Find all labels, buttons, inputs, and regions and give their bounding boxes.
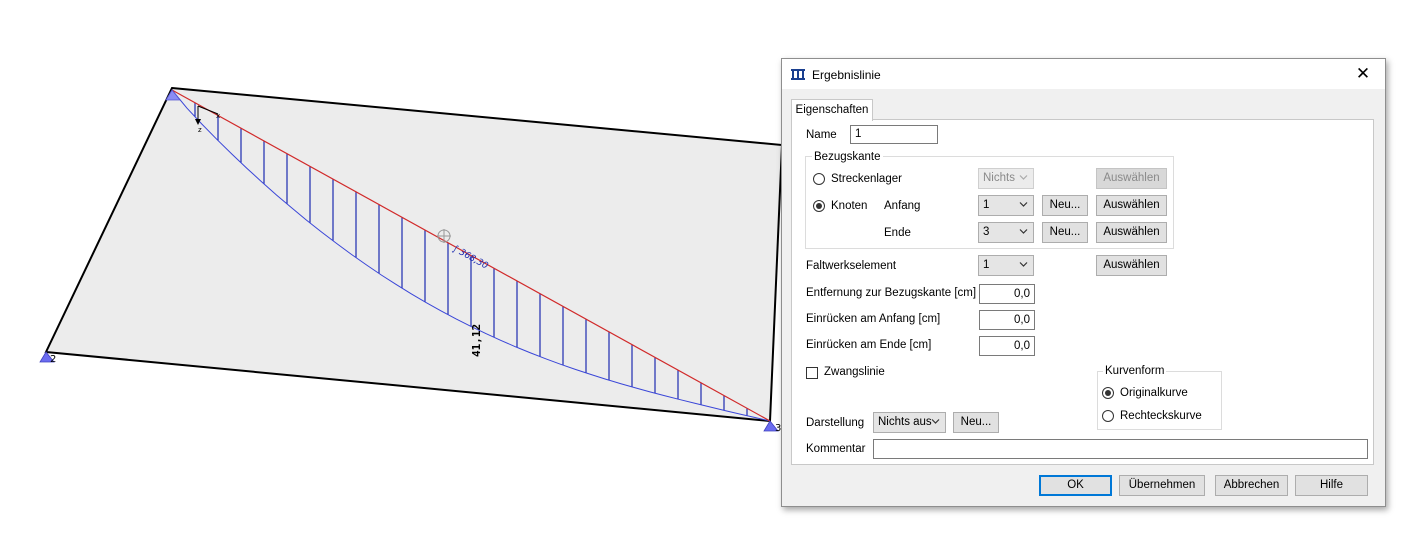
originalkurve-label: Originalkurve <box>1120 387 1188 399</box>
tab-panel-eigenschaften: Name Bezugskante Streckenlager Nichts Au… <box>791 119 1374 465</box>
faltwerkselement-select[interactable]: 1 <box>978 255 1034 276</box>
ende-label: Ende <box>884 227 911 239</box>
close-button[interactable]: ✕ <box>1341 59 1385 89</box>
zwangslinie-label: Zwangslinie <box>824 366 885 378</box>
chevron-down-icon <box>931 419 940 424</box>
knoten-label: Knoten <box>831 200 868 212</box>
entfernung-label: Entfernung zur Bezugskante [cm] <box>806 287 977 299</box>
zwangslinie-checkbox[interactable] <box>806 367 818 379</box>
svg-text:z: z <box>198 126 202 134</box>
originalkurve-radio[interactable] <box>1102 387 1114 399</box>
dialog-titlebar[interactable]: Ergebnislinie ✕ <box>782 59 1385 89</box>
node-2-label: 2 <box>50 354 56 365</box>
streckenlager-radio[interactable] <box>813 173 825 185</box>
entfernung-input[interactable] <box>979 284 1035 304</box>
streckenlager-select: Nichts <box>978 168 1034 189</box>
name-label: Name <box>806 129 837 141</box>
knoten-radio[interactable] <box>813 200 825 212</box>
close-icon: ✕ <box>1355 64 1371 83</box>
ende-neu-button[interactable]: Neu... <box>1042 222 1088 243</box>
anfang-select[interactable]: 1 <box>978 195 1034 216</box>
svg-text:x: x <box>216 112 220 120</box>
ende-select-value: 3 <box>983 226 990 238</box>
darstellung-neu-button[interactable]: Neu... <box>953 412 999 433</box>
chevron-down-icon <box>1019 175 1028 180</box>
streckenlager-label: Streckenlager <box>831 173 902 185</box>
tab-eigenschaften[interactable]: Eigenschaften <box>791 99 873 121</box>
kurvenform-title: Kurvenform <box>1103 365 1167 378</box>
dialog-title: Ergebnislinie <box>812 68 881 82</box>
anfang-neu-button[interactable]: Neu... <box>1042 195 1088 216</box>
apply-button[interactable]: Übernehmen <box>1119 475 1205 496</box>
result-line-app-icon <box>791 69 805 80</box>
ok-button[interactable]: OK <box>1039 475 1112 496</box>
cancel-button[interactable]: Abbrechen <box>1215 475 1288 496</box>
faltwerkselement-auswaehlen-button[interactable]: Auswählen <box>1096 255 1167 276</box>
rechteckskurve-label: Rechteckskurve <box>1120 410 1202 422</box>
darstellung-label: Darstellung <box>806 417 865 429</box>
chevron-down-icon <box>1019 229 1028 234</box>
einruecken-ende-label: Einrücken am Ende [cm] <box>806 339 932 351</box>
streckenlager-select-value: Nichts <box>983 172 1015 184</box>
einruecken-ende-input[interactable] <box>979 336 1035 356</box>
anfang-label: Anfang <box>884 200 921 212</box>
plate-surface <box>44 86 784 423</box>
anfang-select-value: 1 <box>983 199 990 211</box>
ende-select[interactable]: 3 <box>978 222 1034 243</box>
result-value-label: 41,12 <box>470 324 483 357</box>
darstellung-select[interactable]: Nichts aus <box>873 412 946 433</box>
bezugskante-title: Bezugskante <box>812 151 883 164</box>
einruecken-anfang-label: Einrücken am Anfang [cm] <box>806 313 941 325</box>
help-button[interactable]: Hilfe <box>1295 475 1368 496</box>
ende-auswaehlen-button[interactable]: Auswählen <box>1096 222 1167 243</box>
chevron-down-icon <box>1019 202 1028 207</box>
ergebnislinie-dialog: Ergebnislinie ✕ Eigenschaften Name Bezug… <box>781 58 1386 507</box>
rechteckskurve-radio[interactable] <box>1102 410 1114 422</box>
kommentar-input[interactable] <box>873 439 1368 459</box>
einruecken-anfang-input[interactable] <box>979 310 1035 330</box>
chevron-down-icon <box>1019 262 1028 267</box>
darstellung-select-value: Nichts aus <box>878 416 932 428</box>
faltwerkselement-select-value: 1 <box>983 259 990 271</box>
name-input[interactable] <box>850 125 938 144</box>
anfang-auswaehlen-button[interactable]: Auswählen <box>1096 195 1167 216</box>
kommentar-label: Kommentar <box>806 443 866 455</box>
faltwerkselement-label: Faltwerkselement <box>806 260 897 272</box>
streckenlager-auswaehlen-button: Auswählen <box>1096 168 1167 189</box>
